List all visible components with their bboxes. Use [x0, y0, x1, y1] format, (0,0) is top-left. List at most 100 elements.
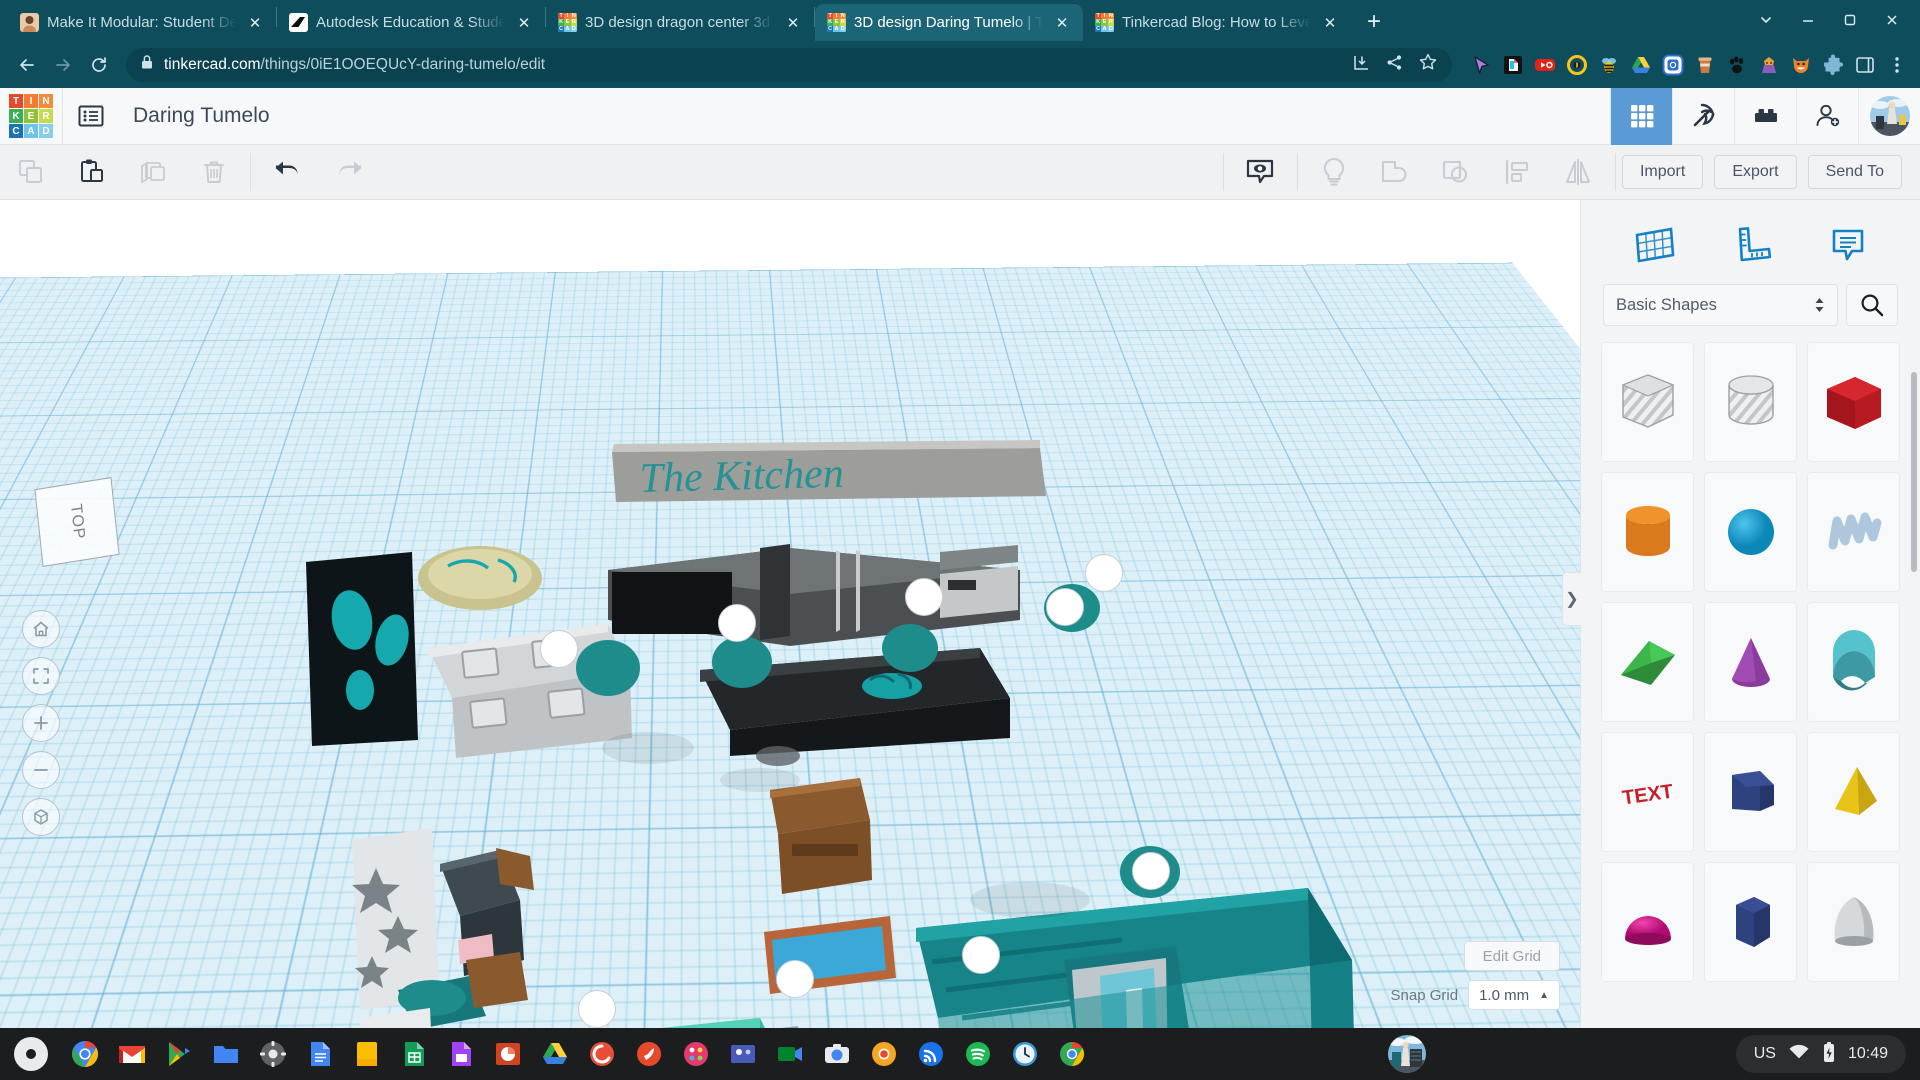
maximize-icon[interactable] [1830, 4, 1870, 36]
object-handle[interactable] [776, 960, 814, 998]
clock-icon[interactable] [1008, 1037, 1042, 1071]
tinkercad-logo-icon[interactable]: T I N K E R C A D [0, 88, 62, 145]
teams-icon[interactable] [726, 1037, 760, 1071]
shape-pyramid[interactable] [1807, 732, 1900, 852]
tab-close-button[interactable]: ✕ [1319, 12, 1341, 34]
note-eye-icon[interactable] [1230, 145, 1291, 200]
search-icon[interactable] [1846, 284, 1898, 326]
blocks-grid-icon[interactable] [1610, 87, 1672, 145]
slides-icon[interactable] [444, 1037, 478, 1071]
shape-cylinder[interactable] [1601, 472, 1694, 592]
spotify-icon[interactable] [961, 1037, 995, 1071]
list-panel-icon[interactable] [63, 88, 119, 145]
lightbulb-hint-icon[interactable] [1304, 145, 1365, 200]
brick-lego-icon[interactable] [1734, 87, 1796, 145]
sheets-icon[interactable] [397, 1037, 431, 1071]
object-handle[interactable] [1085, 554, 1123, 592]
tab-close-button[interactable]: ✕ [244, 12, 266, 34]
workplane-icon[interactable] [1623, 215, 1685, 273]
edit-grid-button[interactable]: Edit Grid [1463, 941, 1560, 971]
shape-paraboloid[interactable] [1807, 862, 1900, 982]
copy-icon[interactable] [0, 145, 61, 200]
export-button[interactable]: Export [1714, 155, 1797, 189]
play-store-icon[interactable] [162, 1037, 196, 1071]
note-icon[interactable] [1817, 215, 1879, 273]
shape-half-cylinder[interactable] [1807, 602, 1900, 722]
forward-button[interactable] [46, 48, 80, 82]
minimize-icon[interactable] [1788, 4, 1828, 36]
address-bar[interactable]: tinkercad.com/things/0iE1OOEQUcY-daring-… [126, 47, 1452, 82]
delete-trash-icon[interactable] [183, 145, 244, 200]
shape-wedge[interactable] [1704, 732, 1797, 852]
chevron-down-icon[interactable] [1746, 4, 1786, 36]
mirror-icon[interactable] [1548, 145, 1609, 200]
shape-category-select[interactable]: Basic Shapes [1603, 284, 1838, 326]
send-to-button[interactable]: Send To [1807, 155, 1902, 189]
bookmark-star-icon[interactable] [1418, 52, 1438, 77]
shape-box[interactable] [1807, 342, 1900, 462]
honey-extension-icon[interactable] [1564, 52, 1590, 78]
browser-tab-4[interactable]: TIN KER CAD Tinkercad Blog: How to Level… [1083, 4, 1351, 41]
invite-person-icon[interactable] [1796, 87, 1858, 145]
avatar[interactable] [1858, 87, 1920, 145]
home-view-icon[interactable] [22, 610, 60, 648]
shape-roof[interactable] [1601, 602, 1694, 722]
youtube-recorder-extension-icon[interactable] [1532, 52, 1558, 78]
new-tab-button[interactable]: + [1357, 5, 1391, 39]
undo-icon[interactable] [257, 145, 318, 200]
codeblocks-pickaxe-icon[interactable] [1672, 87, 1734, 145]
align-icon[interactable] [1487, 145, 1548, 200]
gmail-icon[interactable] [115, 1037, 149, 1071]
keep-icon[interactable] [350, 1037, 384, 1071]
close-icon[interactable] [1872, 4, 1912, 36]
panel-scrollbar[interactable] [1911, 372, 1917, 572]
chrome-icon[interactable] [68, 1037, 102, 1071]
shape-cone[interactable] [1704, 602, 1797, 722]
files-icon[interactable] [209, 1037, 243, 1071]
group-icon[interactable] [1365, 145, 1426, 200]
reload-button[interactable] [82, 48, 116, 82]
shape-scribble[interactable] [1807, 472, 1900, 592]
shape-polygon[interactable] [1704, 862, 1797, 982]
chrome-beta-icon[interactable] [1055, 1037, 1089, 1071]
shape-cylinder-hole[interactable] [1704, 342, 1797, 462]
browser-tab-2[interactable]: TIN KER CAD 3D design dragon center 3d m… [546, 4, 814, 41]
zoom-in-icon[interactable] [22, 704, 60, 742]
object-handle[interactable] [1046, 588, 1084, 626]
tab-close-button[interactable]: ✕ [1051, 12, 1073, 34]
share-icon[interactable] [1385, 53, 1404, 77]
settings-gear-icon[interactable] [256, 1037, 290, 1071]
browser-tab-0[interactable]: Make It Modular: Student Design ✕ [8, 4, 276, 41]
panel-collapse-button[interactable]: ❯ [1562, 572, 1581, 626]
design-viewport[interactable]: The Kitchen TOP Edit Grid Snap Grid 1.0 … [0, 200, 1580, 1028]
character-extension-icon[interactable] [1756, 52, 1782, 78]
paste-icon[interactable] [61, 145, 122, 200]
document-extension-icon[interactable] [1500, 52, 1526, 78]
chrome-canary-icon[interactable] [867, 1037, 901, 1071]
ungroup-icon[interactable] [1426, 145, 1487, 200]
bee-extension-icon[interactable] [1596, 52, 1622, 78]
taskbar-user-avatar[interactable] [1388, 1035, 1427, 1073]
side-panel-icon[interactable] [1852, 52, 1878, 78]
system-tray[interactable]: US 10:49 [1735, 1035, 1906, 1073]
screencast-icon[interactable] [914, 1037, 948, 1071]
shape-sphere[interactable] [1704, 472, 1797, 592]
google-drive-icon[interactable] [1628, 52, 1654, 78]
back-button[interactable] [10, 48, 44, 82]
browser-tab-3[interactable]: TIN KER CAD 3D design Daring Tumelo | Ti… [815, 4, 1083, 41]
rocket-icon[interactable] [632, 1037, 666, 1071]
docs-icon[interactable] [303, 1037, 337, 1071]
object-handle[interactable] [578, 990, 616, 1028]
perspective-toggle-icon[interactable] [22, 798, 60, 836]
object-handle[interactable] [962, 936, 1000, 974]
battery-charging-icon[interactable] [1822, 1041, 1836, 1068]
canvas-icon[interactable] [585, 1037, 619, 1071]
ruler-icon[interactable] [1720, 215, 1782, 273]
blue-dot-extension-icon[interactable] [1660, 52, 1686, 78]
coffee-cup-extension-icon[interactable] [1692, 52, 1718, 78]
fox-extension-icon[interactable] [1788, 52, 1814, 78]
wifi-icon[interactable] [1788, 1043, 1810, 1066]
cursor-pointer-extension-icon[interactable] [1468, 52, 1494, 78]
redo-icon[interactable] [318, 145, 379, 200]
shape-box-hole[interactable] [1601, 342, 1694, 462]
